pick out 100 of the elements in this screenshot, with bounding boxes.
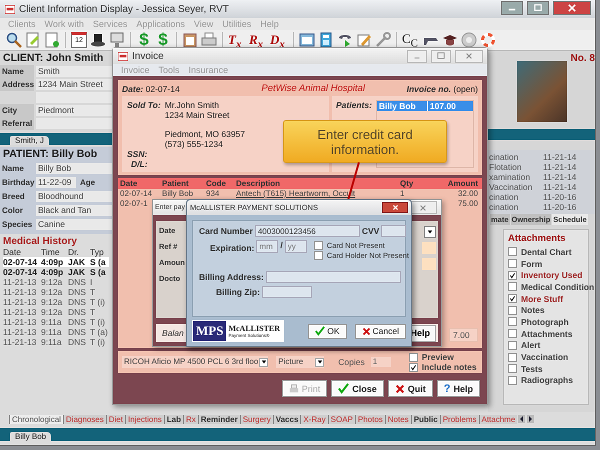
checkbox[interactable] bbox=[508, 352, 517, 362]
checkbox[interactable] bbox=[508, 376, 517, 385]
cancel-button[interactable]: Cancel bbox=[354, 324, 406, 338]
app-logo-icon bbox=[5, 4, 15, 14]
history-row[interactable]: 11-21-13 9:12a DNS I bbox=[3, 277, 109, 287]
document-icon[interactable] bbox=[44, 32, 60, 48]
copies-field[interactable]: 1 bbox=[370, 357, 391, 367]
tab[interactable]: Problems bbox=[440, 414, 478, 424]
history-row[interactable]: 11-21-13 9:12a DNS T bbox=[3, 287, 109, 297]
search-icon[interactable] bbox=[6, 32, 22, 48]
help-button[interactable]: ? Help bbox=[436, 380, 480, 397]
tab[interactable]: Injections bbox=[124, 414, 164, 424]
cvv-field[interactable] bbox=[381, 225, 406, 237]
patient-tab[interactable]: Billy Bob bbox=[10, 432, 52, 441]
close-button[interactable] bbox=[382, 202, 408, 213]
tab[interactable]: SOAP bbox=[328, 414, 355, 424]
checkbox-label: Medical Condition bbox=[521, 282, 594, 292]
printer-dropdown[interactable]: RICOH Aficio MP 4500 PCL 6 3rd floo bbox=[122, 356, 268, 368]
text-field[interactable]: Billy Bob bbox=[36, 162, 112, 174]
tab[interactable]: X-Ray bbox=[300, 414, 328, 424]
field-label: Age bbox=[79, 176, 96, 189]
text-field[interactable]: 1234 Main Street bbox=[36, 79, 112, 90]
tab[interactable]: Reminder bbox=[198, 414, 240, 424]
phone-icon[interactable] bbox=[337, 32, 353, 48]
checkbox[interactable] bbox=[508, 329, 517, 338]
format-dropdown[interactable]: Picture bbox=[276, 356, 324, 368]
text-field[interactable]: Canine bbox=[36, 218, 112, 230]
dollar-icon[interactable]: $ bbox=[136, 32, 152, 48]
tab[interactable]: Public bbox=[410, 414, 440, 424]
printer-icon[interactable] bbox=[201, 32, 217, 48]
tab[interactable]: Chronological bbox=[9, 414, 63, 424]
tab[interactable]: Diet bbox=[106, 414, 125, 424]
client-tab[interactable]: Smith, J bbox=[10, 136, 49, 145]
close-button[interactable]: Close bbox=[331, 380, 384, 397]
checkbox[interactable] bbox=[508, 270, 517, 280]
tab[interactable]: Vaccs bbox=[272, 414, 300, 424]
quit-button[interactable]: Quit bbox=[388, 380, 433, 397]
graduation-cap-icon[interactable] bbox=[442, 32, 458, 48]
checkbox[interactable] bbox=[508, 247, 517, 256]
window-icon[interactable] bbox=[299, 32, 315, 48]
text-field[interactable]: Bloodhound bbox=[36, 190, 112, 202]
field-label: Name bbox=[0, 65, 34, 78]
table-cell-text: Billy Bob bbox=[162, 189, 194, 199]
checkbox[interactable] bbox=[508, 282, 517, 292]
history-row[interactable]: 02-07-14 4:09p JAK S (a bbox=[3, 257, 109, 267]
tab[interactable]: Notes bbox=[384, 414, 411, 424]
billing-zip-field[interactable] bbox=[262, 286, 312, 298]
history-row[interactable]: 11-21-13 9:12a DNS T bbox=[3, 307, 109, 317]
year-field[interactable]: yy bbox=[284, 240, 307, 253]
lifebuoy-icon[interactable] bbox=[480, 32, 496, 48]
minimize-button[interactable] bbox=[501, 0, 523, 14]
card-number-field[interactable]: 4003000123456 bbox=[254, 225, 360, 237]
checkbox[interactable] bbox=[508, 317, 517, 326]
tab[interactable]: Surgery bbox=[240, 414, 273, 424]
history-row[interactable]: 11-21-13 9:12a DNS T (i) bbox=[3, 297, 109, 307]
text-field[interactable]: Black and Tan bbox=[36, 204, 112, 216]
text-field[interactable] bbox=[422, 242, 436, 254]
close-button[interactable] bbox=[553, 0, 591, 14]
checkbox[interactable] bbox=[314, 250, 323, 260]
patient-row[interactable]: Billy Bob 107.00 bbox=[376, 101, 473, 111]
tab[interactable]: Lab bbox=[164, 414, 183, 424]
month-field[interactable]: mm bbox=[256, 240, 278, 253]
text-field[interactable] bbox=[36, 92, 112, 103]
text-field[interactable]: Piedmont bbox=[36, 105, 112, 116]
checkbox[interactable] bbox=[508, 364, 517, 374]
computer-icon[interactable] bbox=[109, 32, 125, 48]
top-hat-icon[interactable] bbox=[90, 32, 106, 48]
tab[interactable]: Attachme bbox=[478, 414, 518, 424]
checkmark-icon bbox=[315, 326, 326, 336]
dollar-icon[interactable]: $ bbox=[155, 32, 171, 48]
text-field[interactable]: 11-22-09 bbox=[36, 176, 76, 188]
calculator-icon[interactable] bbox=[318, 32, 334, 48]
billing-address-field[interactable] bbox=[266, 271, 401, 283]
notepad-icon[interactable] bbox=[25, 32, 41, 48]
text-field[interactable]: Smith bbox=[36, 66, 112, 77]
wrench-icon[interactable] bbox=[375, 32, 391, 48]
history-row[interactable]: 11-21-13 9:11a DNS T (i) bbox=[3, 317, 109, 327]
cc-icon[interactable]: C$_{C}$ bbox=[402, 32, 420, 48]
checkbox[interactable] bbox=[508, 306, 517, 315]
history-row[interactable]: 11-21-13 9:11a DNS T (i) bbox=[3, 337, 109, 347]
checkbox[interactable] bbox=[508, 294, 517, 304]
app-logo-icon bbox=[118, 52, 128, 60]
edit-icon[interactable] bbox=[356, 32, 372, 48]
checkbox[interactable] bbox=[408, 362, 418, 372]
clipboard-icon[interactable] bbox=[182, 32, 198, 48]
checkbox[interactable] bbox=[314, 240, 323, 250]
tab[interactable]: Diagnoses bbox=[62, 414, 106, 424]
history-row[interactable]: 02-07-14 4:09p JAK S (a bbox=[3, 267, 109, 277]
maximize-button[interactable] bbox=[527, 0, 549, 14]
checkbox[interactable] bbox=[408, 352, 418, 362]
text-field[interactable] bbox=[36, 118, 112, 129]
checkbox[interactable] bbox=[508, 340, 517, 350]
tab-scroll-icon[interactable] bbox=[518, 415, 534, 423]
history-row[interactable]: 11-21-13 9:11a DNS T (a) bbox=[3, 327, 109, 337]
checkbox[interactable] bbox=[508, 259, 517, 268]
tab[interactable]: Rx bbox=[183, 414, 198, 424]
ok-button[interactable]: OK bbox=[308, 324, 347, 338]
tab[interactable]: Photos bbox=[354, 414, 385, 424]
text-field[interactable] bbox=[422, 258, 436, 270]
close-button[interactable] bbox=[409, 201, 437, 214]
